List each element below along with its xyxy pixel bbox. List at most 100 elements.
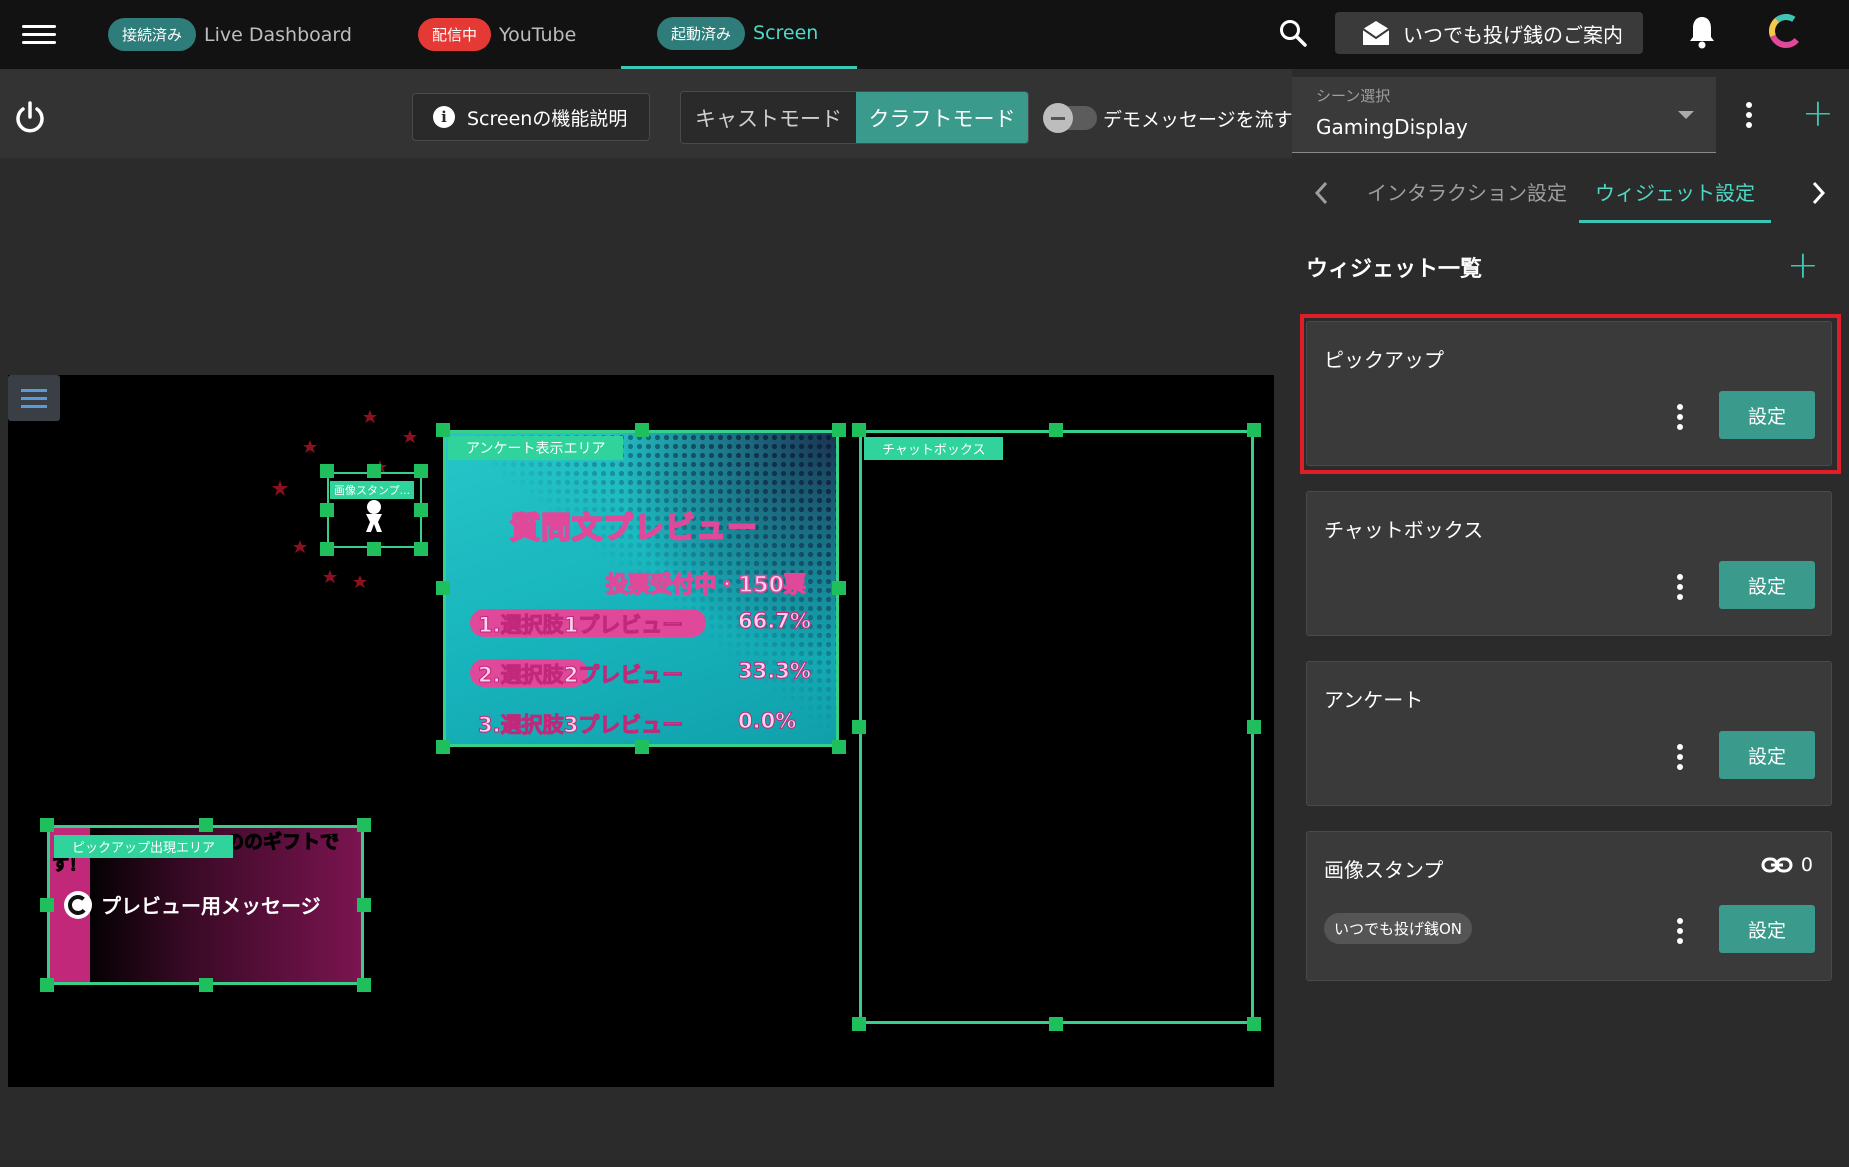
app-logo-icon[interactable] [1768, 13, 1804, 49]
tab-widget-settings[interactable]: ウィジェット設定 [1579, 163, 1771, 223]
resize-handle[interactable] [832, 581, 846, 595]
resize-handle[interactable] [852, 720, 866, 734]
resize-handle[interactable] [1247, 720, 1261, 734]
sidebar-tabs: インタラクション設定 ウィジェット設定 [1292, 163, 1849, 223]
chatbox-widget-frame[interactable] [859, 430, 1254, 1024]
status-badge: 配信中 [418, 18, 492, 51]
pickup-message: プレビュー用メッセージ [101, 894, 321, 918]
pickup-widget-tag: ピックアップ出現エリア [54, 835, 234, 858]
poll-option-label: 2.選択肢2プレビュー [477, 663, 684, 688]
more-icon[interactable] [1670, 572, 1690, 602]
cast-mode-button[interactable]: キャストモード [681, 92, 856, 143]
info-icon: i [433, 106, 455, 128]
mode-switch: キャストモード クラフトモード [680, 91, 1029, 144]
widget-card-name: 画像スタンプ [1324, 858, 1444, 882]
settings-button[interactable]: 設定 [1719, 905, 1815, 953]
resize-handle[interactable] [436, 740, 450, 754]
poll-option-percent: 66.7% [738, 609, 812, 634]
power-icon[interactable] [14, 100, 46, 134]
resize-handle[interactable] [40, 898, 54, 912]
tip-guide-button[interactable]: いつでも投げ銭のご案内 [1335, 12, 1643, 54]
widget-card-image-stamp: 画像スタンプ 0 いつでも投げ銭ON 設定 [1306, 831, 1832, 981]
demo-message-toggle[interactable] [1043, 103, 1097, 133]
resize-handle[interactable] [436, 581, 450, 595]
scene-select-label: シーン選択 [1316, 87, 1391, 105]
widget-card-poll: アンケート 設定 [1306, 661, 1832, 806]
settings-button[interactable]: 設定 [1719, 561, 1815, 609]
tab-label: Screen [753, 22, 819, 44]
resize-handle[interactable] [320, 503, 334, 517]
highlight-box [1300, 314, 1841, 474]
tab-label: Live Dashboard [204, 23, 352, 46]
status-badge: 起動済み [657, 16, 746, 50]
tab-screen[interactable]: 起動済み Screen [621, 0, 857, 69]
resize-handle[interactable] [357, 818, 371, 832]
canvas-menu-button[interactable] [8, 375, 60, 421]
screen-help-button[interactable]: i Screenの機能説明 [412, 93, 650, 141]
poll-option-percent: 33.3% [738, 659, 812, 684]
resize-handle[interactable] [414, 542, 428, 556]
pickup-header-text: ののギフトで [224, 831, 340, 854]
resize-handle[interactable] [357, 898, 371, 912]
resize-handle[interactable] [320, 464, 334, 478]
resize-handle[interactable] [40, 978, 54, 992]
scene-select[interactable]: シーン選択 GamingDisplay [1292, 77, 1716, 153]
chevron-left-icon[interactable] [1314, 181, 1328, 205]
resize-handle[interactable] [367, 542, 381, 556]
resize-handle[interactable] [367, 464, 381, 478]
tip-guide-label: いつでも投げ銭のご案内 [1403, 22, 1623, 47]
poll-option-label: 3.選択肢3プレビュー [477, 713, 684, 738]
widget-list-title: ウィジェット一覧 [1306, 257, 1483, 282]
demo-message-label: デモメッセージを流す [1103, 109, 1293, 131]
more-icon[interactable] [1670, 742, 1690, 772]
craft-mode-button[interactable]: クラフトモード [856, 92, 1028, 143]
resize-handle[interactable] [635, 423, 649, 437]
poll-widget-tag: アンケート表示エリア [448, 436, 624, 460]
resize-handle[interactable] [414, 464, 428, 478]
poll-option-label: 1.選択肢1プレビュー [477, 613, 684, 638]
status-badge: 接続済み [108, 18, 197, 51]
resize-handle[interactable] [436, 423, 450, 437]
link-count: 0 [1761, 854, 1813, 876]
resize-handle[interactable] [199, 978, 213, 992]
scene-select-value: GamingDisplay [1316, 115, 1468, 139]
resize-handle[interactable] [199, 818, 213, 832]
widget-card-name: チャットボックス [1324, 518, 1484, 542]
stamp-character-icon [366, 500, 382, 532]
widget-card-name: アンケート [1324, 688, 1424, 712]
tip-on-chip: いつでも投げ銭ON [1324, 913, 1473, 944]
poll-option-percent: 0.0% [737, 709, 797, 734]
resize-handle[interactable] [852, 1017, 866, 1031]
widget-card-chatbox: チャットボックス 設定 [1306, 491, 1832, 636]
add-widget-icon[interactable]: + [1787, 246, 1819, 284]
tab-label: YouTube [499, 23, 577, 46]
link-count-value: 0 [1800, 854, 1813, 876]
tab-youtube[interactable]: 配信中 YouTube [418, 0, 576, 69]
more-icon[interactable] [1670, 916, 1690, 946]
mail-icon [1362, 21, 1390, 45]
tab-interaction-settings[interactable]: インタラクション設定 [1367, 163, 1567, 220]
resize-handle[interactable] [1247, 1017, 1261, 1031]
chevron-down-icon [1678, 111, 1694, 119]
resize-handle[interactable] [40, 818, 54, 832]
resize-handle[interactable] [852, 423, 866, 437]
chevron-right-icon[interactable] [1812, 181, 1826, 205]
settings-button[interactable]: 設定 [1719, 731, 1815, 779]
chatbox-widget-tag: チャットボックス [864, 437, 1004, 460]
top-bar: 接続済み Live Dashboard 配信中 YouTube 起動済み Scr… [0, 0, 1849, 69]
resize-handle[interactable] [832, 740, 846, 754]
resize-handle[interactable] [1247, 423, 1261, 437]
resize-handle[interactable] [635, 740, 649, 754]
resize-handle[interactable] [832, 423, 846, 437]
resize-handle[interactable] [357, 978, 371, 992]
tab-live-dashboard[interactable]: 接続済み Live Dashboard [108, 0, 352, 69]
bell-icon[interactable] [1688, 15, 1716, 49]
resize-handle[interactable] [1049, 423, 1063, 437]
add-scene-icon[interactable]: + [1802, 94, 1834, 132]
menu-icon[interactable] [22, 20, 56, 50]
resize-handle[interactable] [320, 542, 334, 556]
resize-handle[interactable] [1049, 1017, 1063, 1031]
search-icon[interactable] [1278, 18, 1308, 48]
scene-more-icon[interactable] [1739, 100, 1759, 130]
resize-handle[interactable] [414, 503, 428, 517]
